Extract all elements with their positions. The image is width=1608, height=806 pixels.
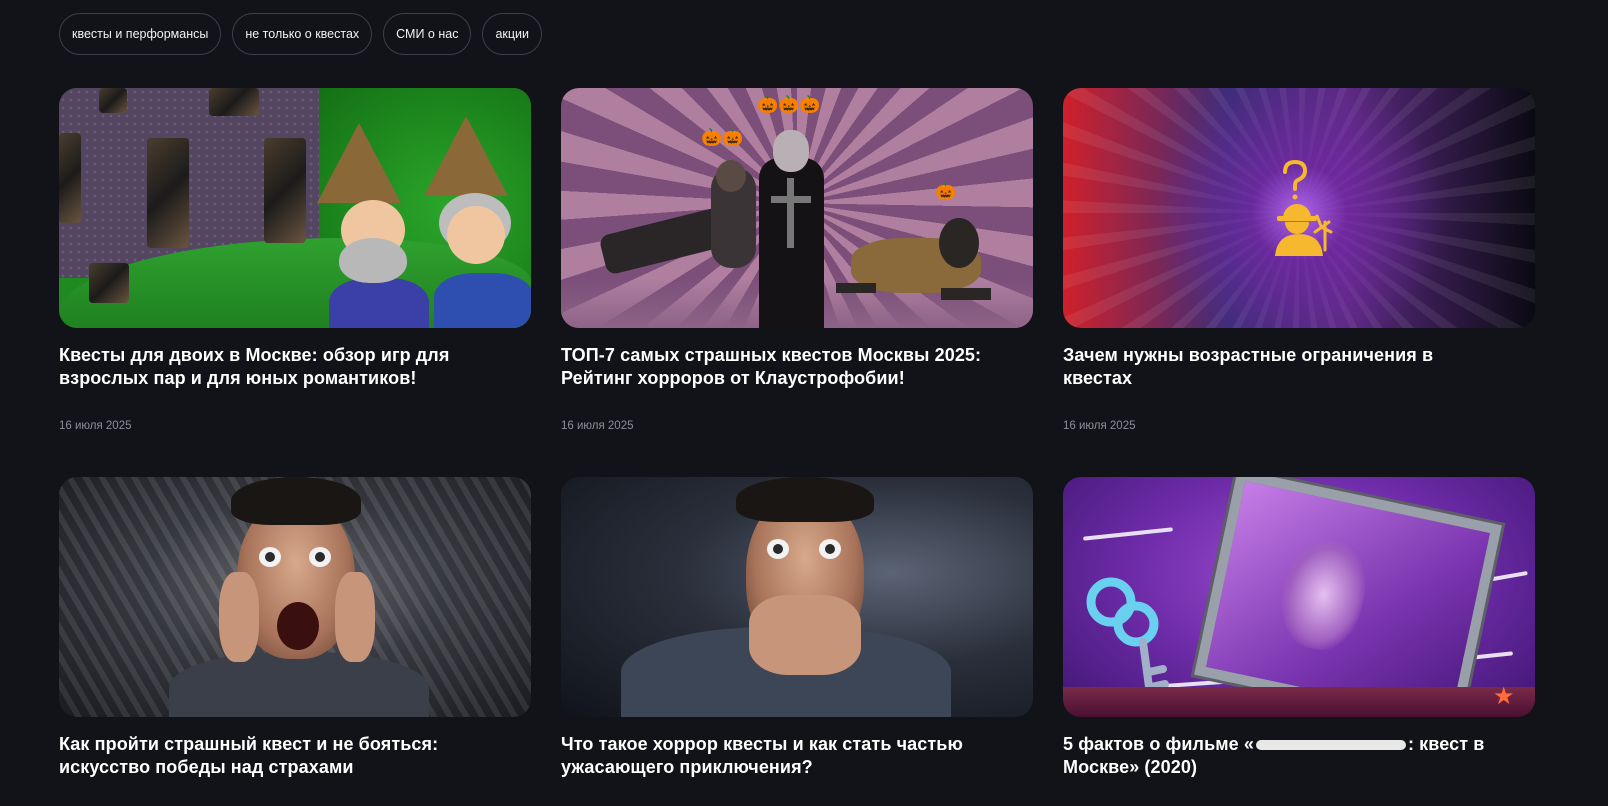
pumpkin-icon: 🎃 [757, 95, 779, 114]
category-filters: квесты и перформансы не только о квестах… [59, 13, 543, 55]
article-card[interactable]: 🎃 🎃 🎃 🎃 🎃 🎃 ТОП-7 самых страшных квестов… [561, 88, 1033, 477]
blog-page: квесты и перформансы не только о квестах… [0, 0, 1608, 806]
article-title[interactable]: 5 фактов о фильме «: квест в Москве» (20… [1063, 733, 1503, 779]
pumpkin-icon: 🎃 [799, 95, 821, 114]
articles-grid: Квесты для двоих в Москве: обзор игр для… [59, 88, 1535, 779]
article-card[interactable]: Зачем нужны возрастные ограничения в кве… [1063, 88, 1535, 477]
article-image-couples-quest[interactable] [59, 88, 531, 328]
pumpkin-icon: 🎃 [701, 128, 723, 147]
article-card[interactable]: Как пройти страшный квест и не бояться: … [59, 477, 531, 779]
redacted-text [1255, 740, 1406, 751]
article-date: 16 июля 2025 [1063, 420, 1136, 432]
filter-chip-quests[interactable]: квесты и перформансы [59, 13, 222, 55]
pumpkin-icon: 🎃 [722, 128, 744, 147]
article-image-scariest-quests[interactable]: 🎃 🎃 🎃 🎃 🎃 🎃 [561, 88, 1033, 328]
article-title[interactable]: Что такое хоррор квесты и как стать част… [561, 733, 1001, 779]
pumpkin-icon: 🎃 [935, 182, 957, 201]
article-card[interactable]: Что такое хоррор квесты и как стать част… [561, 477, 1033, 779]
article-image-age-restrictions[interactable] [1063, 88, 1535, 328]
article-title[interactable]: Зачем нужны возрастные ограничения в кве… [1063, 344, 1503, 390]
article-title[interactable]: ТОП-7 самых страшных квестов Москвы 2025… [561, 344, 1001, 390]
article-card[interactable]: ★ 5 фактов о фильме «: квест в Москве» (… [1063, 477, 1535, 779]
filter-chip-promotions[interactable]: акции [482, 13, 543, 55]
age-restriction-icon [1275, 160, 1333, 256]
article-date: 16 июля 2025 [561, 420, 634, 432]
article-title[interactable]: Как пройти страшный квест и не бояться: … [59, 733, 499, 779]
article-image-movie-facts[interactable]: ★ [1063, 477, 1535, 717]
filter-chip-media[interactable]: СМИ о нас [383, 13, 472, 55]
article-title[interactable]: Квесты для двоих в Москве: обзор игр для… [59, 344, 499, 390]
filter-chip-not-only-quests[interactable]: не только о квестах [232, 13, 373, 55]
article-image-not-be-afraid[interactable] [59, 477, 531, 717]
star-icon: ★ [1493, 683, 1515, 710]
article-title-prefix: 5 фактов о фильме « [1063, 734, 1254, 754]
pumpkin-icon: 🎃 [778, 95, 800, 114]
article-image-horror-quests[interactable] [561, 477, 1033, 717]
article-date: 16 июля 2025 [59, 420, 132, 432]
article-card[interactable]: Квесты для двоих в Москве: обзор игр для… [59, 88, 531, 477]
